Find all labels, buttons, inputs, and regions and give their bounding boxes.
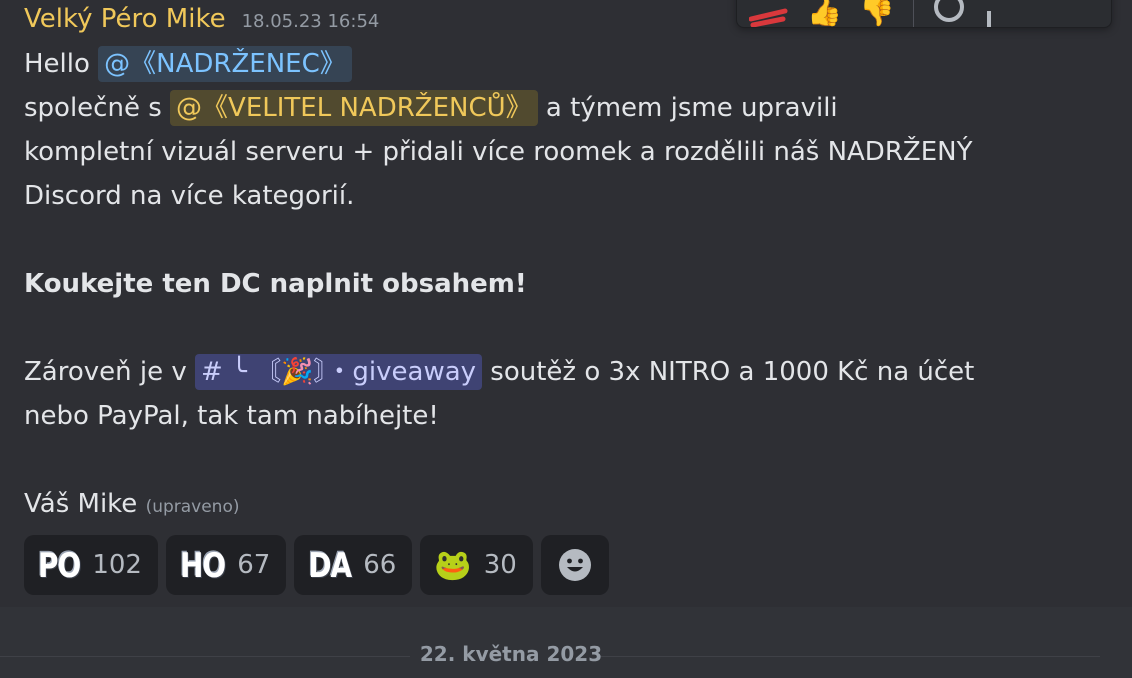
toolbar-divider xyxy=(912,0,914,27)
reaction-count: 30 xyxy=(483,550,517,580)
reaction-count: 66 xyxy=(363,550,397,580)
ho-emoji-icon: HO xyxy=(179,545,226,585)
message-header: Velký Péro Mike 18.05.23 16:54 xyxy=(24,4,379,38)
text-line: nebo PayPal, tak tam nabíhejte! xyxy=(24,401,439,431)
text-fragment: Zároveň je v xyxy=(24,357,187,387)
thumbs-up-icon[interactable]: 👍 xyxy=(807,0,842,27)
message: 👍 👎 Velký Péro Mike 18.05.23 16:54 Hello… xyxy=(0,0,1132,607)
da-emoji-icon: DA xyxy=(308,545,352,585)
reaction-count: 67 xyxy=(237,550,271,580)
message-actions-toolbar: 👍 👎 xyxy=(736,0,1112,28)
text-line: společně s @《VELITEL NADRŽENCŮ》 a týmem … xyxy=(24,86,1104,130)
reaction-ho[interactable]: HO 67 xyxy=(165,535,287,595)
message-timestamp[interactable]: 18.05.23 16:54 xyxy=(242,11,380,32)
channel-name: ╰ 〘🎉〙・giveaway xyxy=(231,357,477,387)
channel-mention-giveaway[interactable]: # ╰ 〘🎉〙・giveaway xyxy=(195,354,483,390)
add-reaction-button[interactable] xyxy=(540,535,609,595)
reaction-da[interactable]: DA 66 xyxy=(294,535,413,595)
signature: Váš Mike xyxy=(24,489,138,519)
po-emoji-icon: PO xyxy=(38,545,81,585)
role-mention-velitel[interactable]: @《VELITEL NADRŽENCŮ》 xyxy=(170,90,538,126)
reaction-count: 102 xyxy=(92,550,142,580)
smiley-icon xyxy=(558,549,591,581)
text-fragment: Hello xyxy=(24,49,90,79)
text-line: Zároveň je v # ╰ 〘🎉〙・giveaway soutěž o 3… xyxy=(24,350,1104,394)
pepe-emoji-icon: 🐸 xyxy=(434,547,472,583)
signature-line: Váš Mike (upraveno) xyxy=(24,482,1104,529)
more-icon[interactable] xyxy=(984,0,994,27)
reaction-po[interactable]: PO 102 xyxy=(24,535,158,595)
text-line: Hello @《NADRŽENEC》 xyxy=(24,42,1104,86)
text-fragment: a týmem jsme upravili xyxy=(545,93,838,123)
text-line: kompletní vizuál serveru + přidali více … xyxy=(24,137,973,167)
text-fragment: soutěž o 3x NITRO a 1000 Kč na účet xyxy=(490,357,975,387)
reaction-pepe[interactable]: 🐸 30 xyxy=(420,535,533,595)
bold-text-line: Koukejte ten DC naplnit obsahem! xyxy=(24,269,527,299)
text-line: Discord na více kategorií. xyxy=(24,181,355,211)
role-mention-nadrzenec[interactable]: @《NADRŽENEC》 xyxy=(98,46,352,82)
edited-indicator: (upraveno) xyxy=(145,497,240,517)
date-divider: 22. května 2023 xyxy=(0,634,1100,678)
thumbs-down-icon[interactable]: 👎 xyxy=(860,0,895,27)
date-divider-label: 22. května 2023 xyxy=(419,642,603,666)
channel-hash-icon: # xyxy=(201,357,223,387)
author-name[interactable]: Velký Péro Mike xyxy=(24,4,226,34)
message-content: Hello @《NADRŽENEC》 společně s @《VELITEL … xyxy=(24,42,1104,529)
add-reaction-icon[interactable] xyxy=(932,0,966,27)
fire-streak-icon[interactable] xyxy=(749,0,789,27)
text-fragment: společně s xyxy=(24,93,162,123)
reactions-bar: PO 102 HO 67 DA 66 🐸 30 xyxy=(24,535,609,595)
